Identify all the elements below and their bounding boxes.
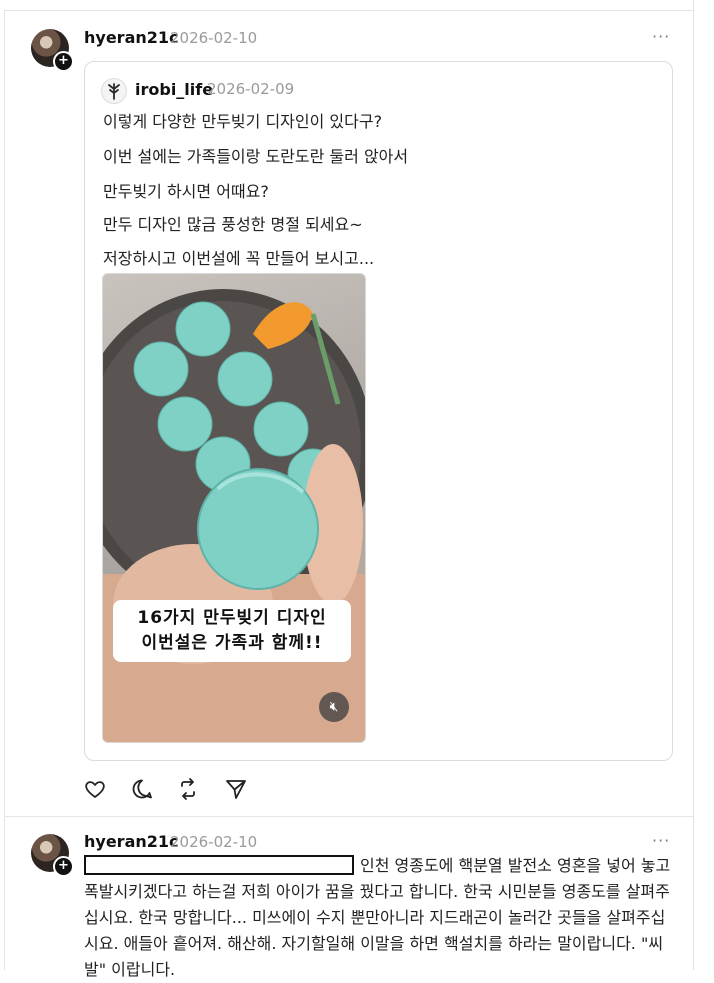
- more-options-icon[interactable]: ···: [652, 831, 670, 850]
- quoted-text-line: 저장하시고 이번설에 꼭 만들어 보시고...: [103, 249, 375, 268]
- feed-top-border: [4, 10, 694, 11]
- reply-timestamp[interactable]: 2026-02-10: [170, 833, 257, 851]
- quoted-timestamp[interactable]: 2026-02-09: [207, 80, 294, 98]
- reply-username[interactable]: hyeran21c: [84, 832, 179, 851]
- video-player[interactable]: 16가지 만두빚기 디자인 이번설은 가족과 함께!! 🔇︎: [102, 273, 366, 743]
- more-options-icon[interactable]: ···: [652, 27, 670, 46]
- quoted-avatar[interactable]: [101, 78, 127, 104]
- comment-icon[interactable]: [130, 777, 154, 801]
- quoted-text-line: 이번 설에는 가족들이랑 도란도란 둘러 앉아서: [103, 147, 409, 166]
- quoted-post-card[interactable]: irobi_life 2026-02-09 이렇게 다양한 만두빚기 디자인이 …: [84, 61, 673, 761]
- video-caption: 16가지 만두빚기 디자인 이번설은 가족과 함께!!: [113, 600, 351, 662]
- follow-plus-icon[interactable]: +: [53, 51, 74, 72]
- dumpling-video-frame: [103, 289, 365, 742]
- heart-icon[interactable]: [83, 777, 107, 801]
- post-timestamp[interactable]: 2026-02-10: [170, 29, 257, 47]
- reply-body: 인천 영종도에 핵분열 발전소 영혼을 넣어 놓고 폭발시키겠다고 하는걸 저희…: [84, 853, 674, 983]
- feed-right-border: [693, 0, 694, 970]
- quoted-text-line: 만두 디자인 많금 풍성한 명절 되세요~: [103, 215, 363, 234]
- share-icon[interactable]: [224, 777, 248, 801]
- feed-left-border: [4, 10, 5, 970]
- follow-plus-icon[interactable]: +: [53, 856, 74, 877]
- post-divider: [5, 816, 693, 817]
- speaker-muted-icon[interactable]: 🔇︎: [319, 692, 349, 722]
- video-caption-line: 이번설은 가족과 함께!!: [141, 633, 323, 653]
- video-caption-line: 16가지 만두빚기 디자인: [137, 608, 327, 628]
- post-username[interactable]: hyeran21c: [84, 28, 179, 47]
- quoted-text-line: 만두빚기 하시면 어때요?: [103, 182, 269, 201]
- redacted-box: [84, 855, 354, 875]
- quoted-text-line: 이렇게 다양한 만두빚기 디자인이 있다구?: [103, 112, 383, 131]
- repost-icon[interactable]: [176, 777, 200, 801]
- quoted-username[interactable]: irobi_life: [135, 80, 213, 99]
